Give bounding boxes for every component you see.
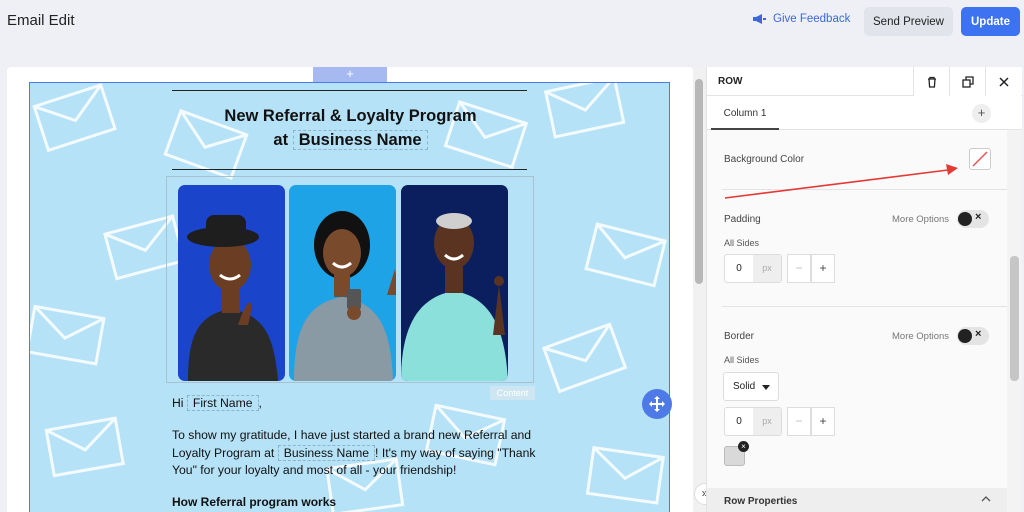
padding-unit: px bbox=[753, 255, 781, 282]
email-title-line2: at Business Name bbox=[30, 130, 669, 150]
email-title-line1: New Referral & Loyalty Program bbox=[224, 107, 477, 125]
padding-increment-button[interactable]: + bbox=[811, 254, 835, 283]
update-button[interactable]: Update bbox=[961, 7, 1020, 36]
row-properties-section[interactable]: Row Properties bbox=[707, 488, 1007, 512]
move-arrows-icon bbox=[649, 396, 665, 412]
trash-icon bbox=[927, 76, 936, 88]
panel-scroll-thumb[interactable] bbox=[1010, 256, 1019, 381]
padding-more-options-toggle[interactable]: × bbox=[957, 210, 989, 228]
business-name-merge-tag-body[interactable]: Business Name bbox=[277, 444, 376, 461]
border-increment-button[interactable]: + bbox=[811, 407, 835, 436]
padding-input[interactable]: 0 px bbox=[724, 254, 782, 283]
chevron-up-icon bbox=[981, 496, 991, 502]
email-canvas[interactable]: New Referral & Loyalty Program at Busine… bbox=[7, 67, 693, 512]
panel-title: ROW bbox=[718, 76, 743, 87]
canvas-scrollbar[interactable] bbox=[693, 67, 706, 512]
background-color-swatch[interactable] bbox=[969, 148, 991, 170]
add-row-button[interactable]: + bbox=[313, 67, 387, 82]
padding-value[interactable]: 0 bbox=[725, 255, 753, 282]
duplicate-row-button[interactable] bbox=[949, 67, 985, 96]
row-properties-label: Row Properties bbox=[724, 496, 798, 507]
divider bbox=[722, 306, 1008, 307]
person-illustration bbox=[401, 213, 508, 381]
padding-all-sides-label: All Sides bbox=[724, 238, 760, 248]
divider bbox=[722, 189, 1008, 190]
greeting-hi: Hi bbox=[172, 396, 184, 410]
email-row[interactable]: New Referral & Loyalty Program at Busine… bbox=[29, 82, 670, 512]
give-feedback-link[interactable]: Give Feedback bbox=[752, 13, 850, 25]
clear-color-icon[interactable]: × bbox=[738, 441, 749, 452]
background-color-label: Background Color bbox=[724, 154, 805, 165]
border-width-unit: px bbox=[753, 408, 781, 435]
close-panel-button[interactable] bbox=[985, 67, 1021, 96]
border-style-select[interactable]: Solid bbox=[723, 372, 779, 401]
canvas-scroll-thumb[interactable] bbox=[695, 79, 703, 284]
caret-down-icon bbox=[762, 385, 770, 390]
border-label: Border bbox=[724, 331, 755, 342]
greeting-text[interactable]: Hi First Name, bbox=[172, 395, 552, 413]
border-more-options-toggle[interactable]: × bbox=[957, 327, 989, 345]
tab-column-1[interactable]: Column 1 bbox=[711, 96, 779, 130]
padding-more-options-label: More Options bbox=[892, 214, 950, 225]
delete-row-button[interactable] bbox=[913, 67, 949, 96]
title-at: at bbox=[273, 131, 289, 149]
no-color-icon bbox=[972, 151, 988, 167]
border-more-options-label: More Options bbox=[892, 331, 950, 342]
duplicate-icon bbox=[961, 75, 974, 88]
first-name-merge-tag[interactable]: First Name bbox=[186, 395, 259, 411]
border-style-value: Solid bbox=[733, 381, 756, 392]
column-tabs: Column 1 + bbox=[707, 96, 1022, 130]
border-all-sides-label: All Sides bbox=[724, 355, 760, 365]
person-illustration bbox=[294, 211, 396, 381]
photo-panel-right[interactable] bbox=[401, 185, 508, 381]
give-feedback-label: Give Feedback bbox=[773, 13, 851, 25]
intro-paragraph[interactable]: To show my gratitude, I have just starte… bbox=[172, 427, 552, 480]
page-title: Email Edit bbox=[7, 12, 75, 29]
photo-panel-left[interactable] bbox=[178, 185, 285, 381]
person-illustration bbox=[187, 215, 278, 381]
greeting-comma: , bbox=[258, 396, 262, 410]
border-width-value[interactable]: 0 bbox=[725, 408, 753, 435]
move-handle[interactable] bbox=[642, 389, 672, 419]
title-divider-bottom bbox=[172, 169, 527, 170]
send-preview-button[interactable]: Send Preview bbox=[864, 7, 953, 36]
panel-header: ROW bbox=[707, 67, 1022, 96]
border-decrement-button[interactable]: − bbox=[787, 407, 811, 436]
how-heading: How Referral program works bbox=[172, 495, 337, 509]
border-width-input[interactable]: 0 px bbox=[724, 407, 782, 436]
business-name-merge-tag[interactable]: Business Name bbox=[292, 130, 428, 150]
title-divider-top bbox=[172, 90, 527, 91]
photo-panel-middle[interactable] bbox=[289, 185, 396, 381]
add-column-button[interactable]: + bbox=[972, 104, 991, 123]
close-icon bbox=[998, 76, 1009, 87]
megaphone-icon bbox=[753, 14, 766, 24]
padding-label: Padding bbox=[724, 214, 761, 225]
top-bar: Email Edit Give Feedback Send Preview Up… bbox=[0, 0, 1024, 48]
settings-panel: ROW Column 1 + Background Color Padding … bbox=[706, 67, 1022, 512]
panel-scrollbar[interactable] bbox=[1007, 130, 1022, 512]
padding-decrement-button[interactable]: − bbox=[787, 254, 811, 283]
